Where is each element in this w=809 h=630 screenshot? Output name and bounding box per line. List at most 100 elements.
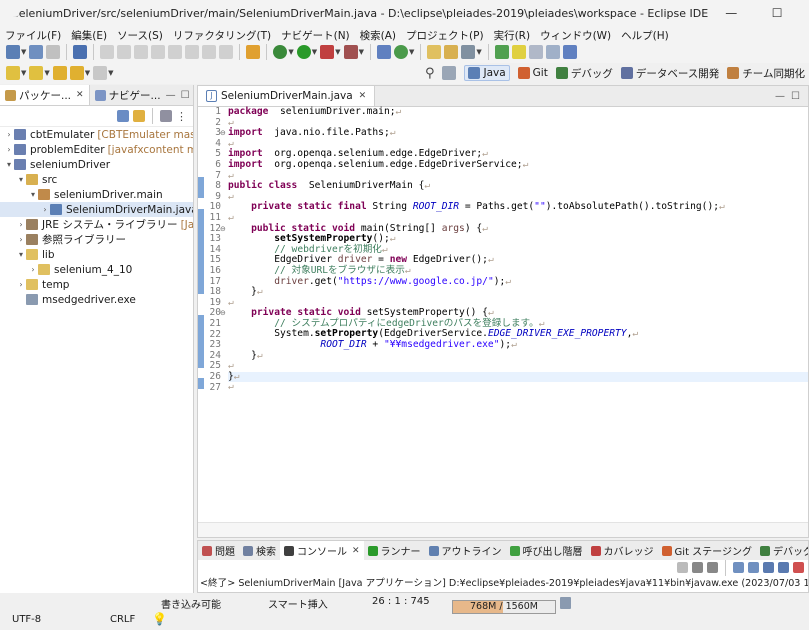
open-console-icon[interactable] xyxy=(793,562,804,573)
scroll-lock-icon[interactable] xyxy=(733,562,744,573)
lightbulb-icon[interactable]: 💡 xyxy=(152,612,167,626)
terminate-icon[interactable] xyxy=(151,45,166,59)
collapse-all-icon[interactable] xyxy=(117,110,129,122)
perspective-java[interactable]: Java xyxy=(464,65,510,81)
remove-all-launches-icon[interactable] xyxy=(707,562,718,573)
chevron-down-icon[interactable]: ▾ xyxy=(28,190,38,199)
tab-coverage[interactable]: カバレッジ xyxy=(587,541,658,560)
maximize-editor-icon[interactable]: ☐ xyxy=(791,91,800,102)
remove-launch-icon[interactable] xyxy=(692,562,703,573)
highlight-icon[interactable] xyxy=(511,45,526,59)
minimize-view-icon[interactable]: — xyxy=(166,90,176,101)
step-return-icon[interactable] xyxy=(219,45,234,59)
tab-problems[interactable]: 問題 xyxy=(198,541,239,560)
tree-item[interactable]: › problemEditer[javafxcontent mast xyxy=(0,142,193,157)
maximize-view-icon[interactable]: ☐ xyxy=(181,90,190,101)
perspective-database[interactable]: データベース開発 xyxy=(620,66,719,81)
insert-mode-status[interactable]: スマート挿入 xyxy=(268,596,328,611)
tree-item[interactable]: › cbtEmulater[CBTEmulater master] xyxy=(0,127,193,142)
external-tools-icon[interactable] xyxy=(343,45,358,59)
open-perspective-icon[interactable] xyxy=(442,66,457,80)
tree-item[interactable]: › SeleniumDriverMain.java xyxy=(0,202,193,217)
console-view-icon[interactable] xyxy=(73,45,88,59)
tab-seleniumdrivermain-java[interactable]: J SeleniumDriverMain.java ✕ xyxy=(198,86,376,106)
block-selection-icon[interactable] xyxy=(528,45,543,59)
fold-toggle-icon[interactable]: ⊖ xyxy=(220,309,226,317)
filters-icon[interactable] xyxy=(160,110,172,122)
tree-item[interactable]: › 参照ライブラリー xyxy=(0,232,193,247)
last-edit-location-icon[interactable] xyxy=(52,66,67,80)
minimize-button[interactable]: — xyxy=(708,0,754,26)
close-icon[interactable]: ✕ xyxy=(76,90,84,100)
perspective-debug[interactable]: デバッグ xyxy=(555,66,613,81)
debug-icon[interactable] xyxy=(273,45,288,59)
tree-item[interactable]: ▾ src xyxy=(0,172,193,187)
garbage-collect-icon[interactable] xyxy=(560,597,571,609)
horizontal-scrollbar[interactable] xyxy=(198,522,808,537)
previous-annotation-icon[interactable] xyxy=(29,66,44,80)
tree-item[interactable]: ▾ lib xyxy=(0,247,193,262)
save-icon[interactable] xyxy=(29,45,44,59)
chevron-right-icon[interactable]: › xyxy=(16,280,26,289)
run-icon[interactable] xyxy=(296,45,311,59)
chevron-right-icon[interactable]: › xyxy=(4,145,14,154)
new-java-project-icon[interactable] xyxy=(376,45,391,59)
open-type-icon[interactable] xyxy=(427,45,442,59)
chevron-right-icon[interactable]: › xyxy=(40,205,50,214)
tree-item[interactable]: › temp xyxy=(0,277,193,292)
display-console-icon[interactable] xyxy=(778,562,789,573)
tab-console[interactable]: コンソール ✕ xyxy=(280,541,364,560)
perspective-team-sync[interactable]: チーム同期化 xyxy=(727,66,805,81)
back-icon[interactable] xyxy=(69,66,84,80)
tree-item[interactable]: msedgedriver.exe xyxy=(0,292,193,307)
chevron-right-icon[interactable]: › xyxy=(4,130,14,139)
save-all-icon[interactable] xyxy=(46,45,61,59)
next-annotation-icon[interactable] xyxy=(6,66,20,80)
resume-icon[interactable] xyxy=(117,45,132,59)
chevron-down-icon[interactable]: ▾ xyxy=(4,160,14,169)
tab-package-explorer[interactable]: パッケー... ✕ xyxy=(0,85,90,105)
heap-status[interactable]: 768M / 1560M xyxy=(452,600,556,614)
tree-item[interactable]: ▾ seleniumDriver xyxy=(0,157,193,172)
terminate-console-icon[interactable] xyxy=(677,562,688,573)
suspend-icon[interactable] xyxy=(134,45,149,59)
close-icon[interactable]: ✕ xyxy=(352,546,360,556)
line-ending-status[interactable]: CRLF xyxy=(110,614,135,625)
chevron-down-icon[interactable]: ▾ xyxy=(16,250,26,259)
search-tool-icon[interactable] xyxy=(461,45,476,59)
tab-debug[interactable]: デバッグ xyxy=(756,541,808,560)
tree-item[interactable]: › JRE システム・ライブラリー[JavaSE-11] xyxy=(0,217,193,232)
close-icon[interactable]: ✕ xyxy=(359,91,367,101)
coverage-icon[interactable] xyxy=(320,45,335,59)
search-icon[interactable]: ⚲ xyxy=(425,66,435,81)
tab-outline[interactable]: アウトライン xyxy=(425,541,506,560)
tree-item[interactable]: ▾ seleniumDriver.main xyxy=(0,187,193,202)
new-class-icon[interactable] xyxy=(393,45,408,59)
perspective-git[interactable]: Git xyxy=(517,67,548,79)
encoding-status[interactable]: UTF-8 xyxy=(12,614,41,625)
fold-toggle-icon[interactable]: ⊖ xyxy=(220,225,226,233)
chevron-right-icon[interactable]: › xyxy=(16,220,26,229)
code-area[interactable]: package seleniumDriver.main;↵ ↵ import jav… xyxy=(228,106,808,393)
tab-call-hierarchy[interactable]: 呼び出し階層 xyxy=(506,541,587,560)
forward-icon[interactable] xyxy=(93,66,108,80)
maximize-button[interactable]: ☐ xyxy=(754,0,800,26)
tab-git[interactable]: Git ステージング xyxy=(658,541,756,560)
open-task-icon[interactable] xyxy=(444,45,459,59)
view-menu-icon[interactable]: ⋮ xyxy=(176,110,187,123)
skip-breakpoints-icon[interactable] xyxy=(100,45,115,59)
link-with-editor-icon[interactable] xyxy=(133,110,145,122)
step-over-icon[interactable] xyxy=(202,45,217,59)
chevron-down-icon[interactable]: ▾ xyxy=(16,175,26,184)
tab-run[interactable]: ランナー xyxy=(364,541,425,560)
close-button[interactable]: ✕ xyxy=(800,0,809,26)
build-icon[interactable] xyxy=(246,45,261,59)
tree-item[interactable]: › selenium_4_10 xyxy=(0,262,193,277)
cursor-position-status[interactable]: 26 : 1 : 745 xyxy=(372,596,430,607)
show-whitespace-icon[interactable] xyxy=(562,45,577,59)
word-wrap-console-icon[interactable] xyxy=(748,562,759,573)
mark-occurrences-icon[interactable] xyxy=(494,45,509,59)
tab-navigator[interactable]: ナビゲー... xyxy=(90,85,166,105)
chevron-right-icon[interactable]: › xyxy=(28,265,38,274)
disconnect-icon[interactable] xyxy=(168,45,183,59)
